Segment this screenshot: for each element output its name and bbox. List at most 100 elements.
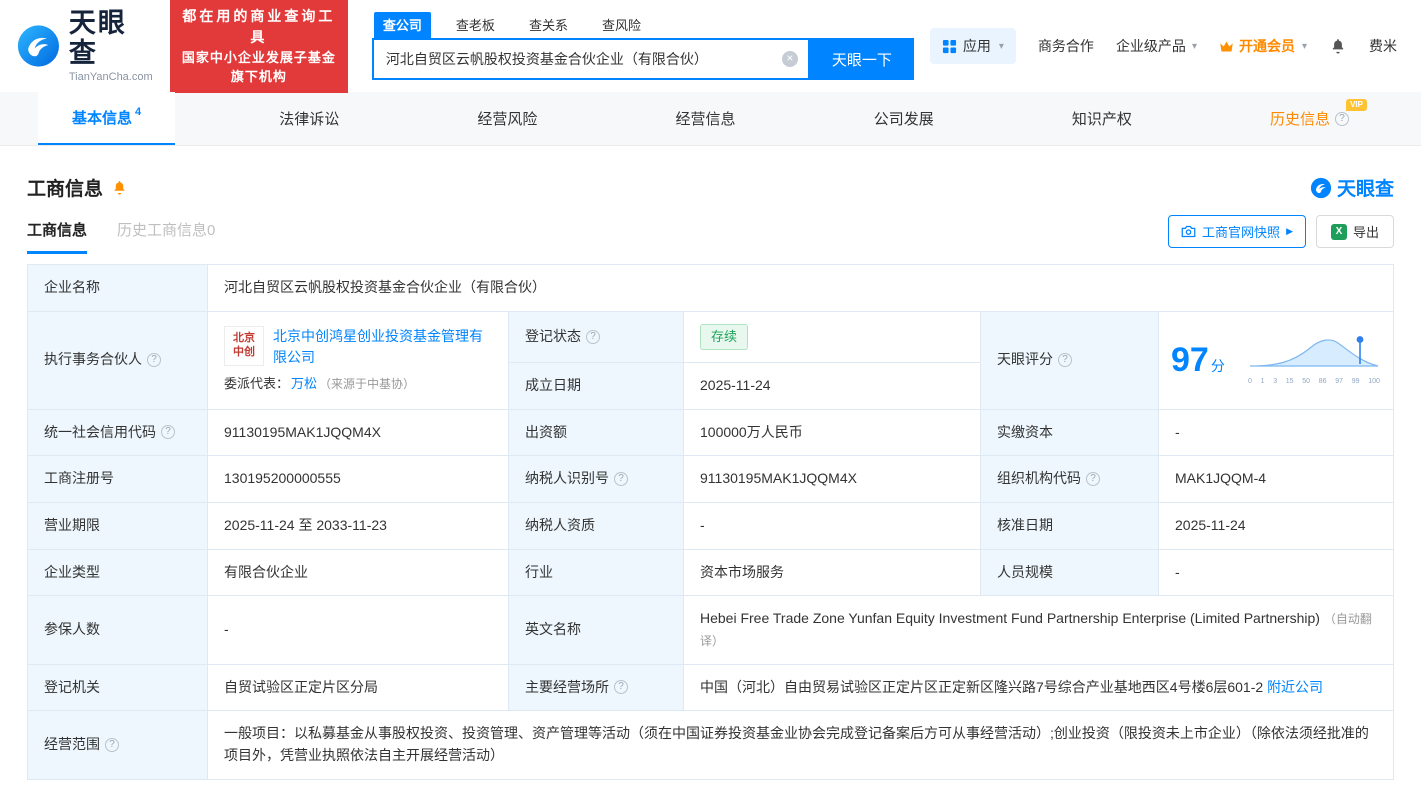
help-icon[interactable]: ? [1335, 112, 1349, 126]
value-text: 2025-11-24 [1175, 515, 1246, 537]
label-text: 统一社会信用代码 [44, 422, 156, 444]
partner-company-link[interactable]: 北京中创鸿星创业投资基金管理有限公司 [273, 326, 492, 367]
tab-operating-risk[interactable]: 经营风险 [443, 92, 571, 145]
excel-icon: X [1331, 224, 1347, 240]
establish-date-label: 成立日期 [509, 363, 684, 410]
search-tab-relation[interactable]: 查关系 [520, 12, 577, 38]
english-name-value: Hebei Free Trade Zone Yunfan Equity Inve… [684, 596, 1393, 664]
export-label: 导出 [1353, 222, 1379, 241]
search-row: × 天眼一下 [372, 38, 914, 80]
apps-menu[interactable]: 应用 ▾ [930, 28, 1016, 64]
export-button[interactable]: X 导出 [1316, 215, 1394, 248]
business-cooperation-link[interactable]: 商务合作 [1038, 36, 1094, 56]
watermark-logo: 天眼查 [1310, 174, 1394, 201]
chevron-down-icon: ▾ [999, 41, 1004, 52]
label-text: 天眼评分 [997, 349, 1053, 371]
subtab-business-info[interactable]: 工商信息 [27, 219, 87, 254]
help-icon[interactable]: ? [614, 680, 628, 694]
value-text: 100000万人民币 [700, 422, 803, 444]
watermark-text: 天眼查 [1337, 174, 1394, 201]
promo-line1: 都在用的商业查询工具 [182, 6, 336, 48]
company-name-value: 河北自贸区云帆股权投资基金合伙企业（有限合伙） [208, 265, 1393, 312]
tianyancha-watermark-icon [1310, 177, 1332, 199]
tab-development-label: 公司发展 [874, 108, 934, 129]
label-text: 核准日期 [997, 515, 1053, 537]
label-text: 纳税人资质 [525, 515, 595, 537]
tab-operating-label: 经营信息 [676, 108, 736, 129]
monitor-bell-icon[interactable] [111, 179, 128, 196]
tianyan-score-value[interactable]: 97分 0 1 3 15 50 86 97 99 100 [1159, 312, 1393, 410]
search-input[interactable] [374, 51, 808, 67]
promo-banner: 都在用的商业查询工具 国家中小企业发展子基金旗下机构 [170, 0, 348, 93]
help-icon[interactable]: ? [1086, 472, 1100, 486]
label-text: 纳税人识别号 [525, 468, 609, 490]
help-icon[interactable]: ? [147, 353, 161, 367]
snapshot-label: 工商官网快照 [1202, 222, 1280, 241]
help-icon[interactable]: ? [161, 425, 175, 439]
staff-size-value: - [1159, 550, 1393, 597]
label-text: 营业期限 [44, 515, 100, 537]
search-tab-company[interactable]: 查公司 [374, 12, 431, 38]
tab-legal-proceedings[interactable]: 法律诉讼 [245, 92, 373, 145]
tab-legal-label: 法律诉讼 [279, 108, 339, 129]
company-page-tabs: 基本信息 4 法律诉讼 经营风险 经营信息 公司发展 知识产权 VIP 历史信息… [0, 92, 1421, 146]
label-text: 英文名称 [525, 619, 581, 641]
vip-badge: VIP [1346, 99, 1367, 111]
tab-company-development[interactable]: 公司发展 [840, 92, 968, 145]
search-tabs: 查公司 查老板 查关系 查风险 [372, 12, 914, 38]
score-number: 97 [1171, 341, 1209, 379]
company-type-value: 有限合伙企业 [208, 550, 509, 597]
search-button[interactable]: 天眼一下 [810, 38, 914, 80]
help-icon[interactable]: ? [614, 472, 628, 486]
official-snapshot-button[interactable]: 工商官网快照 ▶ [1168, 215, 1306, 248]
value-text: 河北自贸区云帆股权投资基金合伙企业（有限合伙） [224, 277, 546, 299]
label-text: 组织机构代码 [997, 468, 1081, 490]
tab-basic-info[interactable]: 基本信息 4 [38, 92, 175, 145]
label-text: 人员规模 [997, 562, 1053, 584]
value-text: 有限合伙企业 [224, 562, 308, 584]
rep-name-link[interactable]: 万松 [291, 374, 317, 394]
tab-history-info[interactable]: VIP 历史信息 ? [1236, 92, 1383, 145]
business-scope-value: 一般项目：以私募基金从事股权投资、投资管理、资产管理等活动（须在中国证券投资基金… [208, 711, 1393, 778]
open-vip-menu[interactable]: 开通会员 ▾ [1219, 36, 1307, 56]
value-text: Hebei Free Trade Zone Yunfan Equity Inve… [700, 608, 1377, 651]
tab-operating-info[interactable]: 经营信息 [642, 92, 770, 145]
label-text: 登记机关 [44, 677, 100, 699]
paid-capital-value: - [1159, 410, 1393, 457]
help-icon[interactable]: ? [1058, 353, 1072, 367]
search-tab-risk[interactable]: 查风险 [593, 12, 650, 38]
tick: 15 [1286, 377, 1294, 388]
clear-search-icon[interactable]: × [782, 51, 798, 67]
partner-company-logo[interactable]: 北京 中创 [224, 326, 264, 366]
help-icon[interactable]: ? [105, 738, 119, 752]
tianyan-score-label: 天眼评分 ? [981, 312, 1159, 410]
value-text: 2025-11-24 [700, 375, 771, 397]
label-text: 经营范围 [44, 734, 100, 756]
subtab-history-business-info[interactable]: 历史工商信息0 [117, 219, 215, 254]
business-scope-label: 经营范围 ? [28, 711, 208, 778]
grid-icon [942, 39, 957, 54]
tab-history-label: 历史信息 [1270, 108, 1330, 129]
feimi-link[interactable]: 费米 [1369, 36, 1397, 56]
search-tab-boss[interactable]: 查老板 [447, 12, 504, 38]
credit-code-value: 91130195MAK1JQQM4X [208, 410, 509, 457]
notifications-bell-icon[interactable] [1329, 37, 1347, 55]
status-badge: 存续 [700, 324, 748, 350]
apps-label: 应用 [963, 36, 991, 56]
value-text: 91130195MAK1JQQM4X [224, 422, 381, 444]
tab-risk-label: 经营风险 [477, 108, 537, 129]
tianyancha-logo[interactable]: 天眼查 TianYanCha.com [16, 9, 154, 82]
help-icon[interactable]: ? [586, 330, 600, 344]
chevron-down-icon: ▾ [1192, 41, 1197, 52]
insured-count-label: 参保人数 [28, 596, 208, 664]
nearby-companies-link[interactable]: 附近公司 [1267, 679, 1323, 695]
establish-date-value: 2025-11-24 [684, 363, 981, 410]
enterprise-products-menu[interactable]: 企业级产品 ▾ [1116, 36, 1197, 56]
tianyancha-logo-icon [16, 23, 61, 69]
tick: 86 [1319, 377, 1327, 388]
tab-intellectual-property[interactable]: 知识产权 [1038, 92, 1166, 145]
label-text: 企业类型 [44, 562, 100, 584]
paid-capital-label: 实缴资本 [981, 410, 1159, 457]
value-text: 130195200000555 [224, 468, 341, 490]
tab-basic-info-count: 4 [135, 106, 141, 118]
